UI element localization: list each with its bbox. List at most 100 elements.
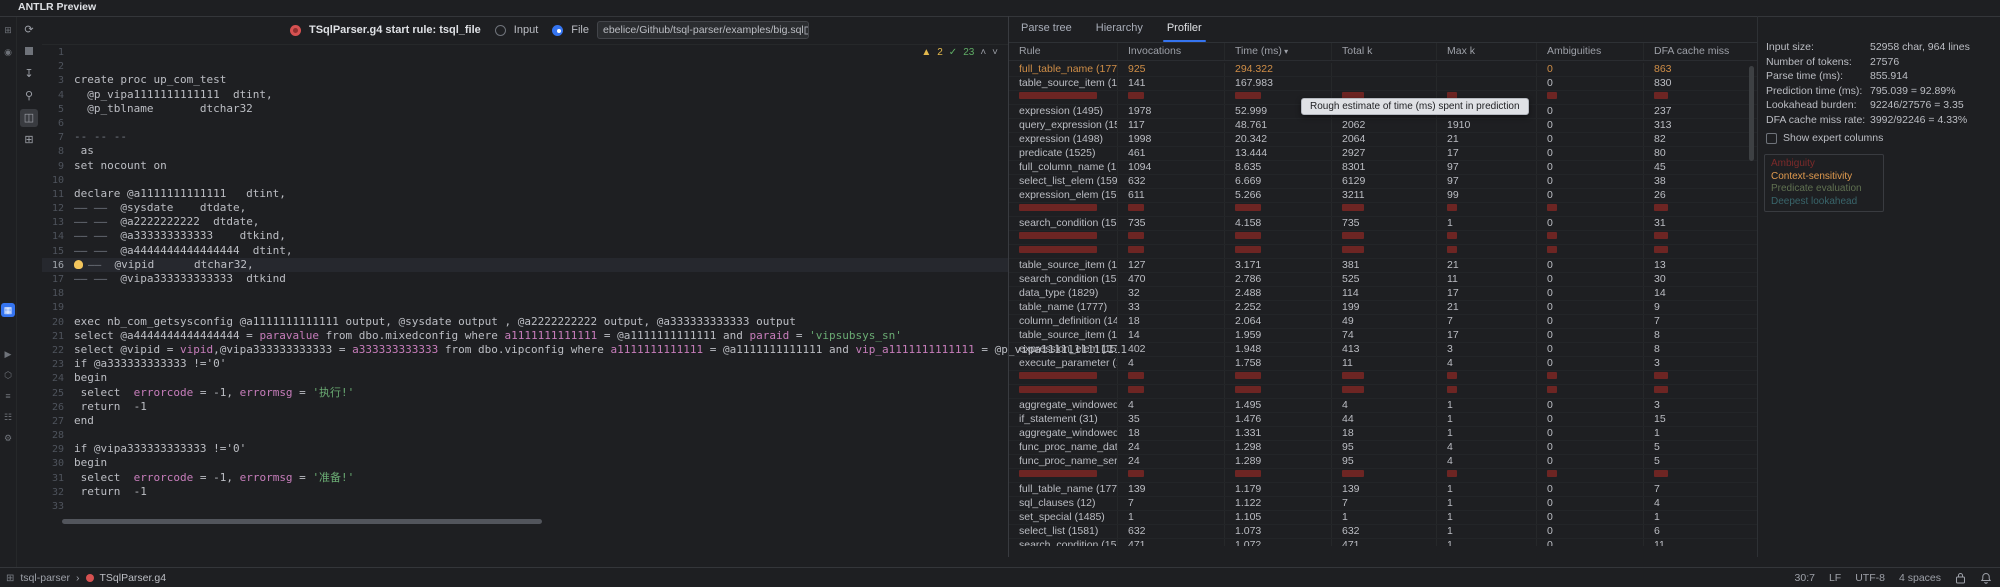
profiler-row[interactable]: search_condition (1519)7354.1587351031 [1009, 217, 1757, 231]
editor-line[interactable]: 26 return -1 [42, 400, 1008, 414]
profiler-row[interactable]: sql_clauses (12)71.1227104 [1009, 497, 1757, 511]
editor-line[interactable]: 33 [42, 499, 1008, 513]
profiler-row[interactable]: select_list (1581)6321.073632106 [1009, 525, 1757, 539]
profiler-row[interactable]: table_source_item (15...141.959741708 [1009, 329, 1757, 343]
editor-line[interactable]: 2 [42, 59, 1008, 73]
editor-line[interactable]: 4 @p_vipa1111111111111 dtint, [42, 88, 1008, 102]
settings-icon[interactable]: ⚙ [1, 431, 15, 445]
file-path-field[interactable]: ebelice/Github/tsql-parser/examples/big.… [597, 21, 809, 39]
column-header[interactable]: Rule [1009, 43, 1117, 60]
profiler-row[interactable]: full_table_name (1773)1391.179139107 [1009, 483, 1757, 497]
profiler-row[interactable]: full_table_name (1775)925294.3220863 [1009, 63, 1757, 77]
status-project[interactable]: tsql-parser [20, 572, 70, 584]
editor-line[interactable]: 18 [42, 286, 1008, 300]
editor-line[interactable]: 13—— —— @a2222222222 dtdate, [42, 215, 1008, 229]
profiler-row[interactable]: func_proc_name_data...241.29895405 [1009, 441, 1757, 455]
encoding-indicator[interactable]: UTF-8 [1855, 572, 1885, 584]
inspections-widget[interactable]: ▲ 2 ✓ 23 ˄ ˅ [921, 47, 998, 58]
profiler-table-header[interactable]: RuleInvocationsTime (ms) ▾Total kMax kAm… [1009, 43, 1757, 61]
editor-line[interactable]: 21select @a4444444444444444 = paravalue … [42, 329, 1008, 343]
profiler-row[interactable]: expression_elem (1590)6115.266321199026 [1009, 189, 1757, 203]
column-header[interactable]: Total k [1331, 43, 1436, 60]
editor-line[interactable]: 25 select errorcode = -1, errormsg = '执行… [42, 386, 1008, 400]
profiler-row[interactable]: table_source_item (16...141167.9830830 [1009, 77, 1757, 91]
profiler-table[interactable]: RuleInvocationsTime (ms) ▾Total kMax kAm… [1009, 43, 1757, 546]
debug-icon[interactable]: ⬡ [1, 368, 15, 382]
code-editor[interactable]: 123create proc up_com_test4 @p_vipa11111… [42, 44, 1008, 558]
editor-line[interactable]: 10 [42, 173, 1008, 187]
expert-columns-row[interactable]: Show expert columns [1766, 132, 1883, 144]
profiler-view-icon[interactable]: ◫ [20, 109, 38, 127]
profiler-row[interactable]: table_source_item (15...1273.17138121013 [1009, 259, 1757, 273]
editor-line[interactable]: 19 [42, 300, 1008, 314]
editor-line[interactable]: 5 @p_tblname dtchar32 [42, 102, 1008, 116]
editor-line[interactable]: 32 return -1 [42, 485, 1008, 499]
tab-hierarchy[interactable]: Hierarchy [1084, 16, 1155, 42]
profiler-row[interactable]: set_special (1485)11.1051101 [1009, 511, 1757, 525]
run-icon[interactable]: ▶ [1, 347, 15, 361]
tab-profiler[interactable]: Profiler [1155, 16, 1214, 42]
editor-line[interactable]: 15—— —— @a4444444444444444 dtint, [42, 244, 1008, 258]
profiler-row[interactable]: column_definition (1421)182.06449707 [1009, 315, 1757, 329]
line-ending-indicator[interactable]: LF [1829, 572, 1841, 584]
profiler-row[interactable]: table_name (1777)332.2521992109 [1009, 301, 1757, 315]
profiler-row-ambiguous[interactable] [1009, 469, 1757, 483]
profiler-row-ambiguous[interactable] [1009, 371, 1757, 385]
terminal-icon[interactable]: ≡ [1, 389, 15, 403]
profiler-row[interactable]: search_condition (1516)4711.0724711011 [1009, 539, 1757, 546]
profiler-row[interactable]: aggregate_windowed...41.4954103 [1009, 399, 1757, 413]
profiler-row[interactable]: aggregate_windowed...181.33118101 [1009, 427, 1757, 441]
editor-line[interactable]: 14—— —— @a333333333333 dtkind, [42, 229, 1008, 243]
project-icon[interactable]: ⊞ [1, 23, 15, 37]
indent-indicator[interactable]: 4 spaces [1899, 572, 1941, 584]
column-header[interactable]: DFA cache miss [1643, 43, 1757, 60]
editor-line[interactable]: 29if @vipa333333333333 !='0' [42, 442, 1008, 456]
profiler-row[interactable]: execute_parameter (1...41.75811403 [1009, 357, 1757, 371]
file-radio-label[interactable]: File [571, 24, 589, 36]
editor-line[interactable]: 11declare @a1111111111111 dtint, [42, 187, 1008, 201]
profiler-row[interactable]: query_expression (1527)11748.76120621910… [1009, 119, 1757, 133]
problems-icon[interactable]: ☷ [1, 410, 15, 424]
expert-columns-checkbox[interactable] [1766, 133, 1777, 144]
input-radio-label[interactable]: Input [514, 24, 538, 36]
file-radio[interactable] [552, 25, 563, 36]
horizontal-scrollbar[interactable] [62, 519, 542, 524]
profiler-table-body[interactable]: full_table_name (1775)925294.3220863tabl… [1009, 63, 1757, 546]
editor-line[interactable]: 12—— —— @sysdate dtdate, [42, 201, 1008, 215]
tab-parse-tree[interactable]: Parse tree [1009, 16, 1084, 42]
refresh-icon[interactable]: ⟳ [20, 21, 38, 39]
find-icon[interactable]: ⚲ [20, 87, 38, 105]
caret-position[interactable]: 30:7 [1795, 572, 1815, 584]
editor-line[interactable]: 28 [42, 428, 1008, 442]
editor-line[interactable]: 9set nocount on [42, 159, 1008, 173]
folder-icon[interactable] [804, 25, 809, 35]
editor-line[interactable]: 8 as [42, 144, 1008, 158]
check-count[interactable]: 23 [963, 47, 974, 58]
column-header[interactable]: Time (ms) ▾ [1224, 43, 1331, 60]
next-issue-chevron-icon[interactable]: ˅ [992, 47, 998, 58]
column-header[interactable]: Max k [1436, 43, 1536, 60]
editor-line[interactable]: 30begin [42, 456, 1008, 470]
profiler-row-ambiguous[interactable] [1009, 385, 1757, 399]
editor-lines[interactable]: 123create proc up_com_test4 @p_vipa11111… [42, 45, 1008, 513]
antlr-preview-icon[interactable]: ▦ [1, 303, 15, 317]
lock-icon[interactable] [1955, 572, 1966, 584]
editor-line[interactable]: 27end [42, 414, 1008, 428]
profiler-row-ambiguous[interactable] [1009, 245, 1757, 259]
notifications-bell-icon[interactable] [1980, 572, 1992, 584]
expert-columns-label[interactable]: Show expert columns [1783, 132, 1883, 144]
profiler-row[interactable]: func_proc_name_serv...241.28995405 [1009, 455, 1757, 469]
profiler-row-ambiguous[interactable] [1009, 231, 1757, 245]
profiler-row[interactable]: search_condition (1517)4702.78652511030 [1009, 273, 1757, 287]
column-header[interactable]: Ambiguities [1536, 43, 1643, 60]
editor-line[interactable]: 23if @a333333333333 !='0' [42, 357, 1008, 371]
warning-count[interactable]: 2 [937, 47, 943, 58]
profiler-row[interactable]: predicate (1525)46113.444292717080 [1009, 147, 1757, 161]
editor-line[interactable]: 1 [42, 45, 1008, 59]
profiler-row[interactable]: expression_elem (1589)4021.948413308 [1009, 343, 1757, 357]
profiler-row[interactable]: select_list_elem (1592)6326.669612997038 [1009, 175, 1757, 189]
editor-line[interactable]: 31 select errorcode = -1, errormsg = '准备… [42, 471, 1008, 485]
stop-icon[interactable] [20, 43, 38, 61]
editor-line[interactable]: 22select @vipid = vipid,@vipa33333333333… [42, 343, 1008, 357]
profiler-row[interactable]: full_column_name (17...10948.63583019704… [1009, 161, 1757, 175]
